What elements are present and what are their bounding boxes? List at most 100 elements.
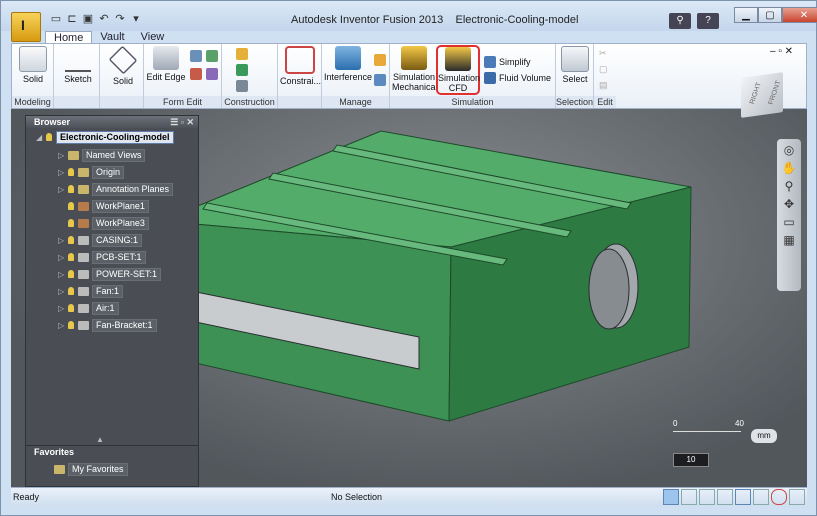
undo-icon[interactable]: ↶ <box>97 12 111 26</box>
tree-item[interactable]: ▷ POWER-SET:1 <box>58 267 162 281</box>
form-tool-4[interactable] <box>206 68 218 80</box>
form-tool-1[interactable] <box>190 50 202 62</box>
lock-icon[interactable] <box>717 489 733 505</box>
application-button[interactable]: I <box>11 12 41 42</box>
group-form-edit: Edit Edge Form Edit <box>144 44 222 108</box>
edit-edge-button[interactable]: Edit Edge <box>146 46 186 82</box>
simulation-mechanical-button[interactable]: Simulation Mechanical <box>392 46 438 92</box>
look-at-icon[interactable]: ▭ <box>781 215 797 229</box>
status-text: Ready <box>13 492 40 502</box>
tree-item[interactable]: ▷ Origin <box>58 165 125 179</box>
tree-item[interactable]: WorkPlane1 <box>68 199 149 213</box>
render-icon[interactable] <box>753 489 769 505</box>
dropdown-icon[interactable]: ▾ <box>129 12 143 26</box>
ribbon-window-controls[interactable]: – ▫ ✕ <box>770 46 793 57</box>
point-tool[interactable] <box>236 80 248 92</box>
tree-root[interactable]: ◢ Electronic-Cooling-model <box>36 130 174 144</box>
grid-icon[interactable] <box>735 489 751 505</box>
new-icon[interactable]: ▭ <box>49 12 63 26</box>
visibility-icon[interactable] <box>68 321 74 329</box>
record-icon[interactable] <box>771 489 787 505</box>
expand-icon[interactable]: ▷ <box>58 270 64 279</box>
group-construction: Construction <box>222 44 278 108</box>
manage-tool-2[interactable] <box>374 74 386 86</box>
manage-tool-1[interactable] <box>374 54 386 66</box>
form-tool-3[interactable] <box>190 68 202 80</box>
view-cube[interactable]: RIGHT FRONT <box>741 72 783 118</box>
visibility-icon[interactable] <box>46 133 52 141</box>
edge-filter-icon[interactable] <box>681 489 697 505</box>
save-icon[interactable]: ▣ <box>81 12 95 26</box>
visibility-icon[interactable] <box>68 287 74 295</box>
visibility-icon[interactable] <box>68 304 74 312</box>
cut-icon[interactable]: ✂ <box>599 48 607 59</box>
tree-item[interactable]: ▷ Fan:1 <box>58 284 124 298</box>
tree-item[interactable]: ▷ Annotation Planes <box>58 182 174 196</box>
paste-icon[interactable]: ▤ <box>599 80 608 91</box>
visibility-icon[interactable] <box>68 253 74 261</box>
visibility-icon[interactable] <box>68 219 74 227</box>
folder-icon <box>54 464 65 474</box>
folder-icon <box>78 167 89 177</box>
open-icon[interactable]: ⊏ <box>65 12 79 26</box>
expand-icon[interactable]: ▷ <box>58 253 64 262</box>
plane-tool[interactable] <box>236 48 248 60</box>
folder-icon <box>78 184 89 194</box>
selection-status: No Selection <box>331 492 383 502</box>
zoom-icon[interactable]: ⚲ <box>781 179 797 193</box>
display-icon[interactable] <box>789 489 805 505</box>
browser-controls-icon[interactable]: ☰ ▫ ✕ <box>170 116 194 128</box>
help-icon[interactable]: ? <box>697 13 719 29</box>
favorites-item[interactable]: My Favorites <box>54 462 128 476</box>
edit-edge-icon <box>153 46 179 70</box>
workplane-icon <box>78 201 89 211</box>
simulation-cfd-button[interactable]: Simulation CFD <box>436 45 480 95</box>
expand-icon[interactable]: ▷ <box>58 236 64 245</box>
orbit-icon[interactable]: ✥ <box>781 197 797 211</box>
copy-icon[interactable]: ▢ <box>599 64 608 75</box>
axis-tool[interactable] <box>236 64 248 76</box>
visibility-icon[interactable] <box>68 168 74 176</box>
expand-icon[interactable]: ▷ <box>58 287 64 296</box>
face-filter-icon[interactable] <box>699 489 715 505</box>
visibility-icon[interactable] <box>68 202 74 210</box>
simplify-button[interactable]: Simplify <box>484 56 531 68</box>
show-motion-icon[interactable]: ▦ <box>781 233 797 247</box>
solid-button[interactable]: Solid <box>18 46 48 84</box>
group-manage: Interference Manage <box>322 44 390 108</box>
minimize-button[interactable]: ▁ <box>734 7 758 23</box>
search-icon[interactable]: ⚲ <box>669 13 691 29</box>
tree-item[interactable]: ▷ CASING:1 <box>58 233 143 247</box>
tree-item[interactable]: ▷ Named Views <box>58 148 146 162</box>
splitter-handle[interactable]: ▲ <box>96 435 104 444</box>
unit-button[interactable]: mm <box>751 429 777 443</box>
maximize-button[interactable]: ▢ <box>758 7 782 23</box>
visibility-icon[interactable] <box>68 270 74 278</box>
form-tool-2[interactable] <box>206 50 218 62</box>
fluid-volume-button[interactable]: Fluid Volume <box>484 72 551 84</box>
visibility-icon[interactable] <box>68 236 74 244</box>
expand-icon[interactable]: ▷ <box>58 185 64 194</box>
pan-icon[interactable]: ✋ <box>781 161 797 175</box>
constrain-button[interactable]: Constrai... <box>280 46 321 86</box>
select-button[interactable]: Select <box>559 46 591 84</box>
ruler-value-field[interactable]: 10 <box>673 453 709 467</box>
expand-icon[interactable]: ▷ <box>58 321 64 330</box>
tree-item[interactable]: ▷ Air:1 <box>58 301 119 315</box>
tree-item[interactable]: ▷ PCB-SET:1 <box>58 250 146 264</box>
sketch-button[interactable]: Sketch <box>62 46 94 84</box>
expand-icon[interactable]: ▷ <box>58 168 64 177</box>
close-button[interactable]: ✕ <box>782 7 817 23</box>
expand-icon[interactable]: ▷ <box>58 151 64 160</box>
window-controls: ▁ ▢ ✕ <box>734 7 817 23</box>
redo-icon[interactable]: ↷ <box>113 12 127 26</box>
tree-item[interactable]: ▷ Fan-Bracket:1 <box>58 318 157 332</box>
visibility-icon[interactable] <box>68 185 74 193</box>
interference-button[interactable]: Interference <box>324 46 372 82</box>
select-filter-icon[interactable] <box>663 489 679 505</box>
tree-item[interactable]: WorkPlane3 <box>68 216 149 230</box>
steering-wheel-icon[interactable]: ◎ <box>781 143 797 157</box>
solid-button-2[interactable]: Solid <box>108 45 138 86</box>
expand-icon[interactable]: ▷ <box>58 304 64 313</box>
group-constrain: Constrai... <box>278 44 322 108</box>
